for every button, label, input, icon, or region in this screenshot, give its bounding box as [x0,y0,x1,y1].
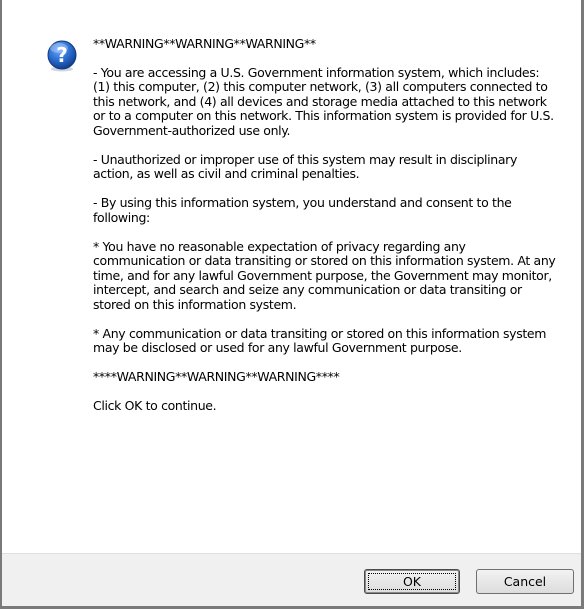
svg-text:?: ? [56,43,68,67]
notice-disclosure: * Any communication or data transiting o… [93,325,547,355]
ok-button-label: OK [368,573,456,590]
warning-footer: ****WARNING**WARNING**WARNING**** [93,369,340,384]
ok-button[interactable]: OK [364,569,460,594]
warning-message: **WARNING**WARNING**WARNING** - You are … [93,36,559,428]
cancel-button-label: Cancel [503,574,547,589]
cancel-button[interactable]: Cancel [476,569,574,594]
warning-header: **WARNING**WARNING**WARNING** [93,36,316,51]
notice-privacy: * You have no reasonable expectation of … [93,238,556,312]
dialog-button-bar: OK Cancel [2,553,581,606]
notice-unauthorized-use: - Unauthorized or improper use of this s… [93,151,518,181]
notice-consent: - By using this information system, you … [93,195,512,225]
warning-dialog: ? **WARNING**WARNING**WARNING** - You ar… [0,0,584,609]
notice-government-system: - You are accessing a U.S. Government in… [93,64,554,138]
dialog-content: ? **WARNING**WARNING**WARNING** - You ar… [2,0,581,553]
click-ok-instruction: Click OK to continue. [93,398,217,413]
question-mark-icon: ? [46,40,78,72]
